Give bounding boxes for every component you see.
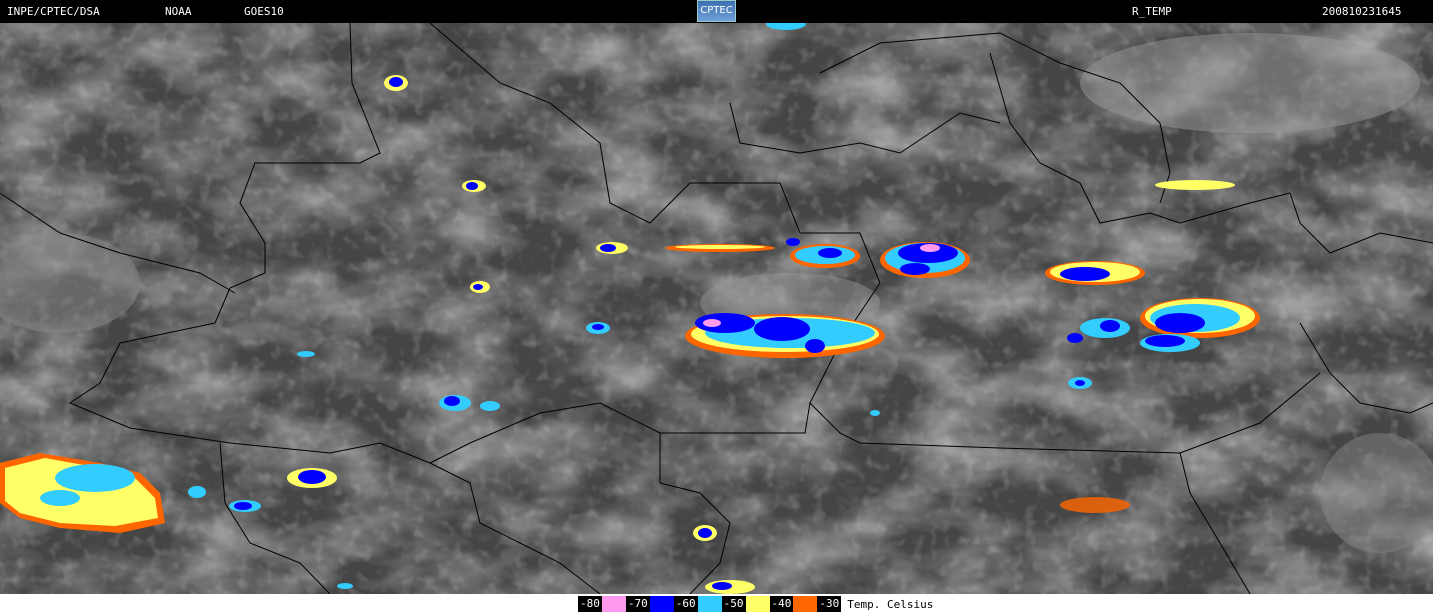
cold-cloud-region bbox=[600, 244, 616, 252]
agency-label: INPE/CPTEC/DSA bbox=[7, 5, 100, 18]
satellite-label: GOES10 bbox=[244, 5, 284, 18]
cold-cloud-region bbox=[466, 182, 478, 190]
product-label: R_TEMP bbox=[1132, 5, 1172, 18]
cold-cloud-region bbox=[675, 245, 765, 249]
cptec-logo: CPTEC bbox=[697, 0, 736, 22]
legend-swatch bbox=[601, 596, 626, 612]
cold-cloud-region bbox=[592, 324, 604, 330]
cold-cloud-region bbox=[1155, 180, 1235, 190]
legend-swatch bbox=[697, 596, 722, 612]
timestamp-label: 200810231645 bbox=[1322, 5, 1402, 18]
cold-cloud-region bbox=[40, 490, 80, 506]
legend-swatch bbox=[649, 596, 674, 612]
cold-cloud-region bbox=[698, 528, 712, 538]
legend-value: -80 bbox=[578, 596, 602, 612]
cold-cloud-region bbox=[473, 284, 483, 290]
cold-cloud-region bbox=[1100, 320, 1120, 332]
cold-cloud-region bbox=[805, 339, 825, 353]
satellite-image bbox=[0, 23, 1433, 594]
legend-value: -40 bbox=[769, 596, 794, 612]
cold-cloud-region bbox=[297, 351, 315, 357]
cold-cloud-region bbox=[703, 319, 721, 327]
legend-swatch bbox=[745, 596, 770, 612]
cold-cloud-region bbox=[900, 263, 930, 275]
cold-cloud-region bbox=[920, 244, 940, 252]
cold-cloud-region bbox=[1060, 497, 1130, 513]
cold-cloud-region bbox=[1145, 335, 1185, 347]
cold-cloud-region bbox=[234, 502, 252, 510]
cold-cloud-region bbox=[1060, 267, 1110, 281]
cold-cloud-region bbox=[337, 583, 353, 589]
cold-cloud-region bbox=[1067, 333, 1083, 343]
color-legend: -80 -70 -60 -50 -40 -30 Temp. Celsius bbox=[578, 596, 933, 612]
cold-cloud-region bbox=[1075, 380, 1085, 386]
cold-cloud-region bbox=[55, 464, 135, 492]
source-label: NOAA bbox=[165, 5, 192, 18]
cold-cloud-region bbox=[712, 582, 732, 590]
legend-value: -50 bbox=[721, 596, 746, 612]
bright-cloud bbox=[1080, 33, 1420, 133]
cold-cloud-region bbox=[1155, 313, 1205, 333]
legend-unit-label: Temp. Celsius bbox=[847, 597, 934, 611]
cold-cloud-region bbox=[188, 486, 206, 498]
footer-bar: -80 -70 -60 -50 -40 -30 Temp. Celsius bbox=[0, 594, 1433, 614]
cold-cloud-region bbox=[818, 248, 842, 258]
header-bar: INPE/CPTEC/DSA NOAA GOES10 CPTEC R_TEMP … bbox=[0, 0, 1433, 23]
cold-cloud-region bbox=[870, 410, 880, 416]
legend-value: -30 bbox=[817, 596, 842, 612]
cold-cloud-region bbox=[389, 77, 403, 87]
cold-cloud-region bbox=[786, 238, 800, 246]
cold-cloud-region bbox=[298, 470, 326, 484]
legend-swatch bbox=[793, 596, 818, 612]
cold-cloud-region bbox=[444, 396, 460, 406]
legend-value: -70 bbox=[625, 596, 650, 612]
cold-cloud-region bbox=[480, 401, 500, 411]
cold-cloud-region bbox=[754, 317, 810, 341]
legend-value: -60 bbox=[673, 596, 698, 612]
